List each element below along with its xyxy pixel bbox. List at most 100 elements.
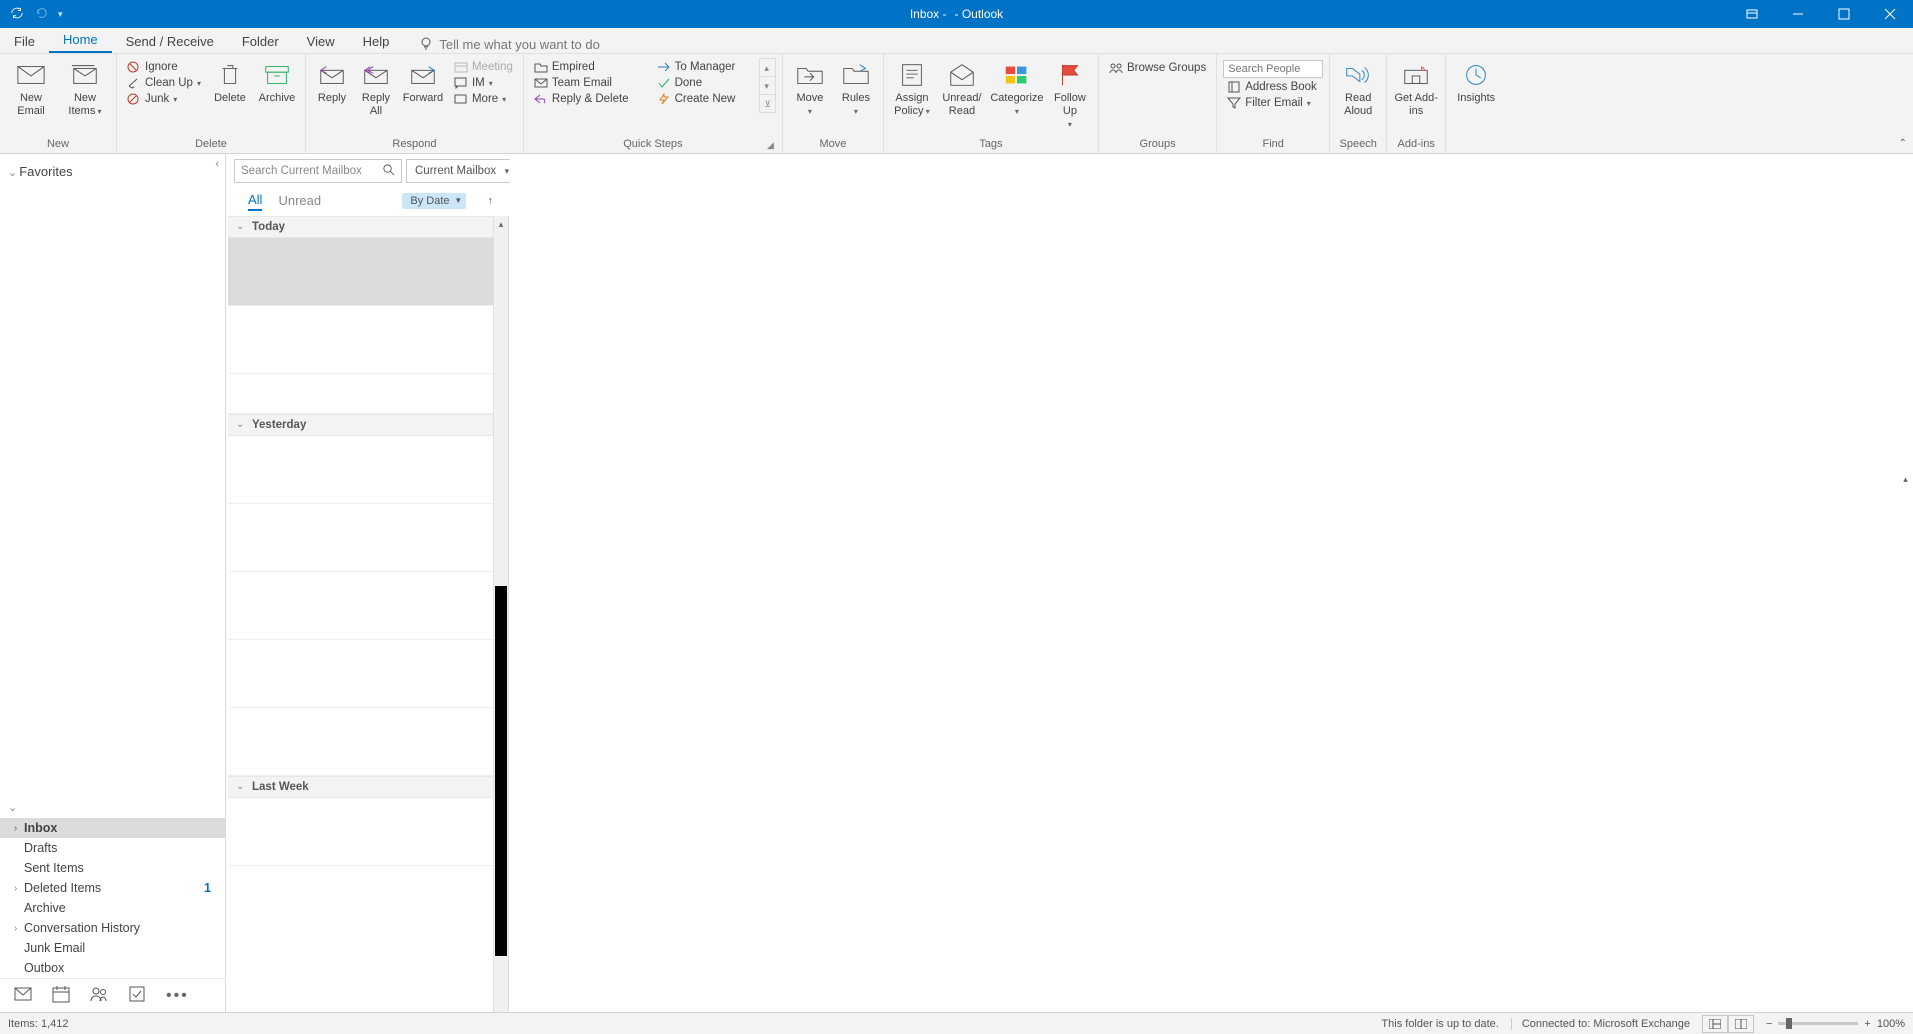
scroll-up-icon[interactable]: ▴ bbox=[1898, 474, 1913, 490]
tab-help[interactable]: Help bbox=[349, 29, 404, 53]
folder-conversation-history[interactable]: ›Conversation History bbox=[0, 918, 225, 938]
sort-direction-icon[interactable]: ↑ bbox=[488, 195, 500, 207]
categorize-button[interactable]: Categorize▾ bbox=[990, 58, 1044, 118]
filter-unread-tab[interactable]: Unread bbox=[278, 193, 321, 210]
read-aloud-button[interactable]: Read Aloud bbox=[1336, 58, 1380, 118]
message-item[interactable] bbox=[228, 572, 493, 640]
tab-file[interactable]: File bbox=[0, 29, 49, 53]
junk-button[interactable]: Junk ▾ bbox=[123, 92, 205, 106]
favorites-header[interactable]: Favorites bbox=[0, 154, 225, 183]
zoom-level: 100% bbox=[1877, 1018, 1905, 1030]
address-book-button[interactable]: Address Book bbox=[1223, 80, 1323, 94]
tab-folder[interactable]: Folder bbox=[228, 29, 293, 53]
group-header-yesterday[interactable]: Yesterday bbox=[228, 414, 493, 436]
qs-empired[interactable]: Empired bbox=[530, 60, 633, 74]
undo-icon[interactable] bbox=[34, 6, 48, 23]
qs-team-email[interactable]: Team Email bbox=[530, 76, 633, 90]
tab-view[interactable]: View bbox=[293, 29, 349, 53]
sort-by-date-dropdown[interactable]: By Date bbox=[402, 193, 465, 209]
assign-policy-button[interactable]: Assign Policy ▾ bbox=[890, 58, 934, 118]
collapse-ribbon-icon[interactable]: ⌃ bbox=[1899, 138, 1907, 149]
group-header-lastweek[interactable]: Last Week bbox=[228, 776, 493, 798]
reply-all-button[interactable]: Reply All bbox=[356, 58, 396, 118]
zoom-out-icon[interactable]: − bbox=[1766, 1018, 1772, 1030]
delete-button[interactable]: Delete bbox=[209, 58, 251, 105]
message-item[interactable] bbox=[228, 306, 493, 374]
qs-create-new[interactable]: Create New bbox=[653, 92, 740, 106]
search-scope-dropdown[interactable]: Current Mailbox bbox=[406, 159, 515, 183]
maximize-button[interactable] bbox=[1821, 0, 1867, 28]
message-item[interactable] bbox=[228, 708, 493, 776]
ignore-button[interactable]: Ignore bbox=[123, 60, 205, 74]
qs-scroll-up-icon[interactable]: ▴ bbox=[760, 61, 775, 77]
more-respond-button[interactable]: More ▾ bbox=[450, 92, 517, 106]
qs-expand-icon[interactable]: ⊻ bbox=[760, 97, 775, 112]
zoom-track[interactable] bbox=[1778, 1022, 1858, 1025]
book-icon bbox=[1227, 81, 1241, 93]
message-item[interactable] bbox=[228, 640, 493, 708]
group-header-today[interactable]: Today bbox=[228, 216, 493, 238]
qs-scroll-down-icon[interactable]: ▾ bbox=[760, 79, 775, 95]
qat-dropdown-icon[interactable]: ▾ bbox=[58, 9, 63, 20]
nav-more-icon[interactable]: ••• bbox=[166, 987, 189, 1005]
folder-drafts[interactable]: Drafts bbox=[0, 838, 225, 858]
folder-inbox[interactable]: ›Inbox bbox=[0, 818, 225, 838]
folder-outbox[interactable]: Outbox bbox=[0, 958, 225, 978]
search-people-input[interactable] bbox=[1223, 60, 1323, 78]
unread-read-button[interactable]: Unread/ Read bbox=[938, 58, 986, 118]
followup-button[interactable]: Follow Up▾ bbox=[1048, 58, 1092, 132]
account-expand-icon[interactable]: ⌄ bbox=[0, 797, 225, 818]
group-label-new: New bbox=[6, 136, 110, 153]
mail-nav-icon[interactable] bbox=[14, 985, 32, 1006]
message-item[interactable] bbox=[228, 374, 493, 414]
get-addins-button[interactable]: Get Add-ins bbox=[1393, 58, 1439, 118]
tell-me-search[interactable]: Tell me what you want to do bbox=[403, 36, 599, 53]
message-item[interactable] bbox=[228, 504, 493, 572]
reply-button[interactable]: Reply bbox=[312, 58, 352, 105]
new-email-button[interactable]: New Email bbox=[6, 58, 56, 118]
close-button[interactable] bbox=[1867, 0, 1913, 28]
im-button[interactable]: IM ▾ bbox=[450, 76, 517, 90]
folder-junk-email[interactable]: Junk Email bbox=[0, 938, 225, 958]
tasks-nav-icon[interactable] bbox=[128, 985, 146, 1006]
zoom-in-icon[interactable]: + bbox=[1864, 1018, 1870, 1030]
move-button[interactable]: Move▾ bbox=[789, 58, 831, 118]
sync-icon[interactable] bbox=[10, 6, 24, 23]
minimize-button[interactable] bbox=[1775, 0, 1821, 28]
tab-send-receive[interactable]: Send / Receive bbox=[112, 29, 228, 53]
forward-button[interactable]: Forward bbox=[400, 58, 446, 105]
qs-done[interactable]: Done bbox=[653, 76, 740, 90]
insights-button[interactable]: Insights bbox=[1452, 58, 1500, 105]
scroll-up-icon[interactable]: ▴ bbox=[494, 216, 508, 232]
folder-sent-items[interactable]: Sent Items bbox=[0, 858, 225, 878]
qs-to-manager[interactable]: To Manager bbox=[653, 60, 740, 74]
people-nav-icon[interactable] bbox=[90, 985, 108, 1006]
filter-email-button[interactable]: Filter Email ▾ bbox=[1223, 96, 1323, 110]
ribbon-display-button[interactable] bbox=[1729, 0, 1775, 28]
message-list-scrollbar[interactable]: ▴ bbox=[493, 216, 508, 1012]
qs-reply-delete[interactable]: Reply & Delete bbox=[530, 92, 633, 106]
collapse-nav-icon[interactable]: ‹ bbox=[215, 158, 219, 170]
rules-button[interactable]: Rules▾ bbox=[835, 58, 877, 118]
search-mailbox-input[interactable]: Search Current Mailbox bbox=[234, 159, 402, 183]
message-item[interactable] bbox=[228, 798, 493, 866]
new-items-button[interactable]: New Items ▾ bbox=[60, 58, 110, 118]
view-reading-button[interactable] bbox=[1728, 1015, 1754, 1033]
folder-archive[interactable]: Archive bbox=[0, 898, 225, 918]
message-item[interactable] bbox=[228, 436, 493, 504]
quicksteps-launcher-icon[interactable]: ◢ bbox=[765, 140, 776, 153]
tab-home[interactable]: Home bbox=[49, 27, 112, 53]
meeting-button[interactable]: Meeting bbox=[450, 60, 517, 74]
filter-all-tab[interactable]: All bbox=[248, 192, 262, 211]
cleanup-button[interactable]: Clean Up ▾ bbox=[123, 76, 205, 90]
scroll-thumb[interactable] bbox=[495, 586, 507, 956]
message-item[interactable] bbox=[228, 238, 493, 306]
browse-groups-button[interactable]: Browse Groups bbox=[1105, 58, 1210, 75]
folder-deleted-items[interactable]: ›Deleted Items1 bbox=[0, 878, 225, 898]
archive-button[interactable]: Archive bbox=[255, 58, 299, 105]
zoom-slider[interactable]: − + 100% bbox=[1766, 1018, 1905, 1030]
view-normal-button[interactable] bbox=[1702, 1015, 1728, 1033]
calendar-nav-icon[interactable] bbox=[52, 985, 70, 1006]
reading-scrollbar[interactable]: ▴ bbox=[1898, 474, 1913, 1012]
ribbon-group-addins: Get Add-ins Add-ins bbox=[1387, 54, 1446, 153]
